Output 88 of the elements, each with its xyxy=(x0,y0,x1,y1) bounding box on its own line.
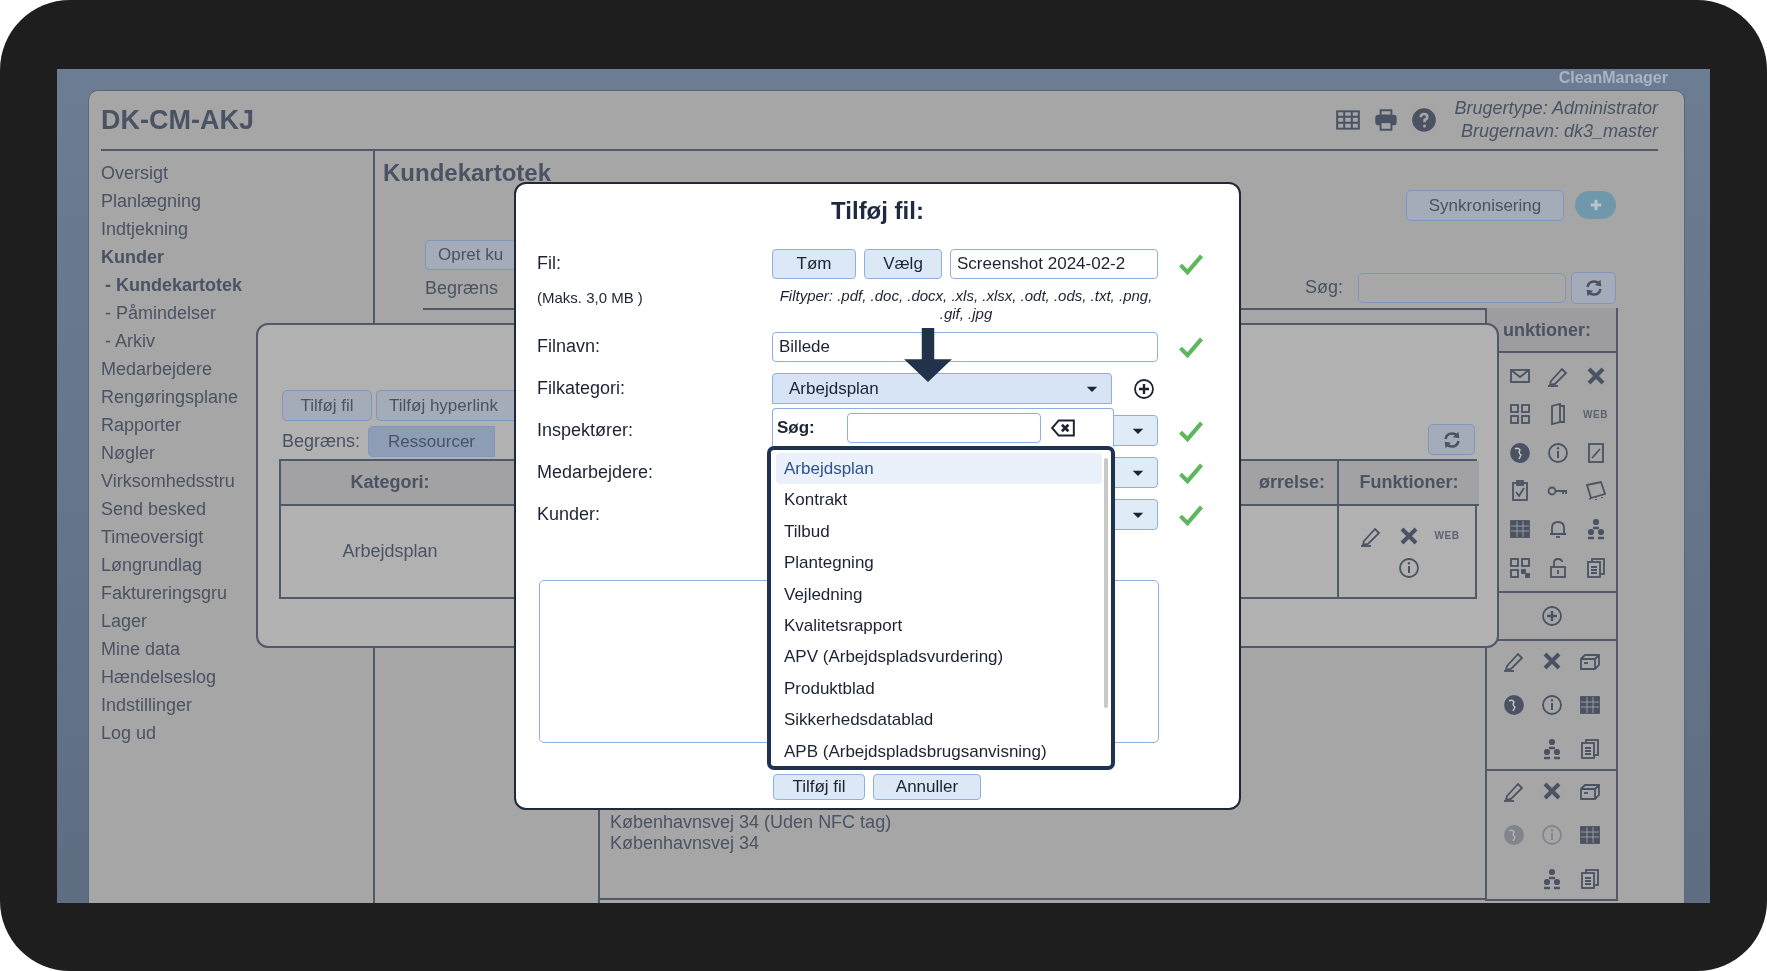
sidebar-item[interactable]: Medarbejdere xyxy=(101,355,213,383)
user-info: Brugertype: Administrator xyxy=(1454,97,1658,120)
file-name-field[interactable]: Screenshot 2024-02-2 xyxy=(950,248,1158,279)
cubes-icon[interactable] xyxy=(1507,402,1532,427)
sidebar-item[interactable]: Hændelseslog xyxy=(101,663,217,691)
option-item[interactable]: Arbejdsplan xyxy=(776,453,1102,485)
option-item[interactable]: Vejledning xyxy=(776,578,1102,610)
calendar-icon[interactable] xyxy=(1577,693,1602,717)
globe-icon[interactable] xyxy=(1507,440,1532,465)
create-button[interactable]: Opret ku xyxy=(425,240,515,270)
cancel-button[interactable]: Annuller xyxy=(873,774,981,800)
file-types-note: Filtyper: .pdf, .doc, .docx, .xls, .xlsx, .odt, .ods, .txt, .png, .gif, .jpg xyxy=(778,287,1154,323)
option-item[interactable]: Plantegning xyxy=(776,547,1102,579)
sidebar-item[interactable]: Faktureringsgru xyxy=(101,579,228,607)
sidebar-item[interactable]: Kunder xyxy=(101,243,164,271)
info-icon[interactable] xyxy=(1397,555,1421,580)
web-link[interactable]: WEB xyxy=(1583,409,1608,420)
address-text: Københavnsvej 34 (Uden NFC tag) xyxy=(610,812,892,833)
option-item[interactable]: APV (Arbejdspladsvurdering) xyxy=(776,641,1102,673)
column-header: Kategori: xyxy=(281,461,499,506)
scrollbar[interactable] xyxy=(1104,458,1108,708)
sidebar-item[interactable]: Virksomhedsstru xyxy=(101,467,235,495)
web-link[interactable]: WEB xyxy=(1434,530,1460,541)
dialog-title: Tilføj fil: xyxy=(830,196,925,226)
option-item[interactable]: Sikkerhedsdatablad xyxy=(776,704,1102,736)
sidebar-item[interactable]: Send besked xyxy=(101,495,207,523)
search-label: Søg: xyxy=(1305,277,1343,298)
category-select[interactable]: Arbejdsplan xyxy=(772,373,1112,404)
clear-button[interactable]: Tøm xyxy=(772,248,856,279)
search-field[interactable] xyxy=(1358,273,1566,303)
add-file-button[interactable]: Tilføj fil xyxy=(773,774,865,800)
search-label: Søg: xyxy=(777,418,816,438)
field-label: Kunder: xyxy=(537,504,602,525)
sidebar-item[interactable]: Rengøringsplane xyxy=(101,383,239,411)
user-info: Brugernavn: dk3_master xyxy=(1459,120,1658,143)
sync-button[interactable]: Synkronisering xyxy=(1406,190,1564,221)
page-heading: Kundekartotek xyxy=(383,159,552,187)
column-header: Funktioner: xyxy=(1337,461,1479,506)
brand-name: CleanManager xyxy=(1558,69,1668,87)
pointer-arrow xyxy=(902,328,954,382)
calendar-icon[interactable] xyxy=(1577,823,1602,847)
info-icon[interactable] xyxy=(1539,693,1564,717)
filter-label: Begræns: xyxy=(282,431,361,452)
address-text: Københavnsvej 34 xyxy=(610,833,761,854)
column-header: unktioner: xyxy=(1487,308,1616,353)
globe-icon[interactable] xyxy=(1501,693,1526,717)
sidebar-item[interactable]: Oversigt xyxy=(101,159,169,187)
sidebar-item[interactable]: Mine data xyxy=(101,635,181,663)
search-field[interactable] xyxy=(847,413,1041,443)
sidebar-item[interactable]: Timeoversigt xyxy=(101,523,204,551)
option-item[interactable]: Produktblad xyxy=(776,672,1102,705)
sidebar-item[interactable]: Nøgler xyxy=(101,439,155,467)
option-item[interactable]: APB (Arbejdspladsbrugsanvisning) xyxy=(776,735,1102,767)
add-file-button[interactable]: Tilføj fil xyxy=(282,390,372,421)
sidebar-item[interactable]: Indstillinger xyxy=(101,691,193,719)
field-label: Inspektører: xyxy=(537,420,635,441)
size-note: (Maks. 3,0 MB ) xyxy=(537,288,644,306)
sidebar-item[interactable]: Log ud xyxy=(101,719,157,747)
refresh-button[interactable] xyxy=(1428,424,1475,455)
filter-label: Begræns xyxy=(425,278,499,299)
field-label: Fil: xyxy=(537,253,562,274)
refresh-button[interactable] xyxy=(1571,272,1616,304)
sidebar-item[interactable]: Planlægning xyxy=(101,187,202,215)
sidebar-item[interactable]: - Påmindelser xyxy=(105,299,217,327)
sidebar-item[interactable]: Lager xyxy=(101,607,148,635)
printer-icon[interactable] xyxy=(1372,107,1399,133)
field-label: Filkategori: xyxy=(537,378,627,399)
text-field[interactable]: Billede xyxy=(772,331,1158,362)
filter-tab[interactable]: Ressourcer xyxy=(368,426,496,457)
table-cell-text: Arbejdsplan xyxy=(341,540,439,563)
sidebar-item[interactable]: Løngrundlag xyxy=(101,551,203,579)
sidebar-item[interactable]: Indtjekning xyxy=(101,215,189,243)
field-label: Medarbejdere: xyxy=(537,462,655,483)
sidebar-item[interactable]: Rapporter xyxy=(101,411,182,439)
table-icon[interactable] xyxy=(1334,107,1361,133)
add-button[interactable] xyxy=(1575,191,1616,219)
add-icon[interactable] xyxy=(1132,376,1156,401)
option-item[interactable]: Kvalitetsrapport xyxy=(776,609,1102,642)
qr-code-icon[interactable] xyxy=(1507,555,1532,580)
sidebar-item[interactable]: - Arkiv xyxy=(105,327,155,355)
app-title: DK-CM-AKJ xyxy=(101,104,254,136)
choose-button[interactable]: Vælg xyxy=(864,248,942,279)
sidebar-item[interactable]: - Kundekartotek xyxy=(105,271,243,299)
info-icon[interactable] xyxy=(1545,440,1570,465)
help-icon[interactable] xyxy=(1410,107,1437,133)
add-link-button[interactable]: Tilføj hyperlink xyxy=(376,390,516,421)
field-label: Filnavn: xyxy=(537,336,602,357)
option-item[interactable]: Tilbud xyxy=(776,515,1102,548)
